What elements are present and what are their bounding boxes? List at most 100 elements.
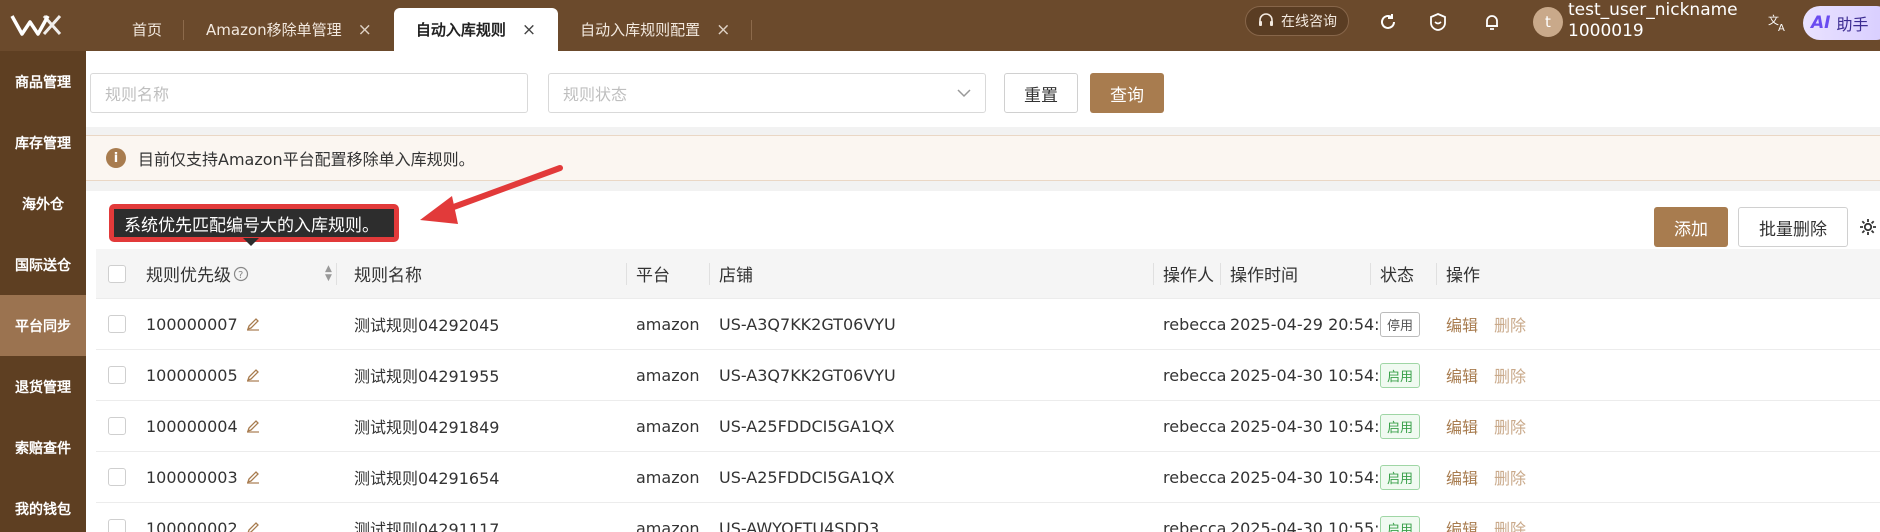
- row-checkbox[interactable]: [108, 519, 126, 532]
- pencil-icon[interactable]: [246, 470, 260, 484]
- avatar[interactable]: t: [1533, 7, 1563, 37]
- sidebar-item-0[interactable]: 商品管理: [0, 51, 86, 112]
- close-icon[interactable]: ×: [522, 20, 536, 40]
- delete-link[interactable]: 删除: [1494, 414, 1526, 438]
- feedback-smile-icon[interactable]: [1428, 12, 1448, 32]
- sidebar-item-3[interactable]: 国际送仓: [0, 234, 86, 295]
- pencil-icon[interactable]: [246, 419, 260, 433]
- bell-icon[interactable]: [1482, 12, 1502, 32]
- close-icon[interactable]: ×: [358, 20, 372, 40]
- gear-icon[interactable]: [1858, 217, 1878, 237]
- column-header-label: 店铺: [719, 266, 753, 286]
- column-header: 规则名称: [354, 249, 422, 298]
- row-checkbox[interactable]: [108, 315, 126, 333]
- delete-link[interactable]: 删除: [1494, 516, 1526, 532]
- reset-button[interactable]: 重置: [1004, 73, 1078, 113]
- pencil-icon[interactable]: [246, 317, 260, 331]
- sidebar-item-4[interactable]: 平台同步: [0, 295, 86, 356]
- sidebar-item-7[interactable]: 我的钱包: [0, 478, 86, 532]
- row-checkbox[interactable]: [108, 366, 126, 384]
- online-consult-button[interactable]: 在线咨询: [1245, 6, 1349, 36]
- cell-operator: rebecca: [1163, 503, 1226, 532]
- row-checkbox-cell: [108, 401, 126, 451]
- cell-text: US-A25FDDCI5GA1QX: [719, 467, 895, 487]
- row-checkbox[interactable]: [108, 468, 126, 486]
- cell-shop: US-A3Q7KK2GT06VYU: [719, 299, 896, 349]
- tab-3[interactable]: 自动入库规则配置 ×: [558, 8, 753, 51]
- rules-table-area: 添加 批量删除 规则优先级? 规则名称 平台 店铺 操作人 操作时间 状态 操作 ▲ ▼ 10000…: [86, 191, 1880, 532]
- cell-text: US-AWYOFTU4SDD3: [719, 518, 880, 532]
- info-icon: i: [106, 148, 126, 168]
- cell-text: 测试规则04291117: [354, 520, 500, 532]
- edit-link[interactable]: 编辑: [1446, 465, 1478, 489]
- cell-text: amazon: [636, 518, 700, 532]
- cell-text: 100000004: [146, 416, 238, 436]
- tab-2[interactable]: 自动入库规则 ×: [393, 8, 559, 51]
- cell-text: 2025-04-30 10:54:50: [1230, 467, 1400, 487]
- sort-icon[interactable]: ▲ ▼: [325, 249, 332, 298]
- delete-link[interactable]: 删除: [1494, 363, 1526, 387]
- edit-link[interactable]: 编辑: [1446, 414, 1478, 438]
- table-row: 100000002 测试规则04291117 amazon US-AWYOFTU4SD…: [96, 503, 1880, 532]
- refresh-icon[interactable]: [1378, 12, 1398, 32]
- cell-priority: 100000005: [146, 350, 260, 400]
- delete-link[interactable]: 删除: [1494, 465, 1526, 489]
- headset-icon: [1259, 13, 1273, 26]
- edit-link[interactable]: 编辑: [1446, 516, 1478, 532]
- pencil-icon[interactable]: [246, 521, 260, 532]
- cell-name: 测试规则04291849: [354, 401, 499, 451]
- row-checkbox[interactable]: [108, 417, 126, 435]
- delete-link[interactable]: 删除: [1494, 312, 1526, 336]
- tab-0[interactable]: 首页: [110, 8, 185, 51]
- sidebar-item-1[interactable]: 库存管理: [0, 112, 86, 173]
- ai-assistant-button[interactable]: AI 助手: [1803, 6, 1880, 40]
- sidebar-item-5[interactable]: 退货管理: [0, 356, 86, 417]
- cell-text: US-A25FDDCI5GA1QX: [719, 416, 895, 436]
- table-row: 100000003 测试规则04291654 amazon US-A25FDDCI5G…: [96, 452, 1880, 503]
- column-divider: [1370, 263, 1371, 285]
- table-row: 100000007 测试规则04292045 amazon US-A3Q7KK2GT0…: [96, 299, 1880, 350]
- sidebar-item-6[interactable]: 索赔查件: [0, 417, 86, 478]
- edit-link[interactable]: 编辑: [1446, 363, 1478, 387]
- cell-platform: amazon: [636, 401, 700, 451]
- cell-text: 100000002: [146, 518, 238, 532]
- select-all-checkbox[interactable]: [108, 264, 126, 283]
- tab-1[interactable]: Amazon移除单管理 ×: [184, 8, 394, 51]
- cell-text: rebecca: [1163, 416, 1227, 436]
- notice-banner: i 目前仅支持Amazon平台配置移除单入库规则。: [86, 135, 1880, 181]
- edit-link[interactable]: 编辑: [1446, 312, 1478, 336]
- translate-icon[interactable]: 文A: [1767, 11, 1789, 33]
- svg-text:A: A: [1778, 23, 1785, 33]
- batch-delete-button[interactable]: 批量删除: [1738, 207, 1848, 247]
- column-divider: [626, 263, 627, 285]
- help-icon[interactable]: ?: [233, 266, 249, 282]
- ai-badge: AI: [1811, 13, 1831, 33]
- add-button[interactable]: 添加: [1654, 207, 1728, 247]
- row-checkbox-cell: [108, 452, 126, 502]
- cell-text: 100000003: [146, 467, 238, 487]
- close-icon[interactable]: ×: [716, 20, 730, 40]
- rule-name-input[interactable]: 规则名称: [90, 73, 528, 113]
- row-checkbox-cell: [108, 299, 126, 349]
- column-header: 操作时间: [1230, 249, 1298, 298]
- status-badge: 启用: [1380, 362, 1421, 388]
- annotation-arrow-icon: [420, 165, 563, 224]
- cell-ops: 编辑 删除: [1446, 350, 1526, 400]
- w-logo-icon[interactable]: [8, 10, 68, 40]
- cell-status: 启用: [1380, 401, 1421, 451]
- column-header: 状态: [1380, 249, 1414, 298]
- cell-platform: amazon: [636, 299, 700, 349]
- search-button[interactable]: 查询: [1090, 73, 1164, 113]
- column-header-label: 规则名称: [354, 266, 422, 286]
- filter-bar: 规则名称 规则状态 重置 查询: [86, 51, 1880, 127]
- cell-text: amazon: [636, 314, 700, 334]
- rule-status-select[interactable]: 规则状态: [548, 73, 986, 113]
- column-header: 操作人: [1163, 249, 1214, 298]
- user-info[interactable]: test_user_nickname 1000019: [1568, 0, 1738, 42]
- status-badge: 启用: [1380, 413, 1421, 439]
- cell-shop: US-AWYOFTU4SDD3: [719, 503, 879, 532]
- cell-name: 测试规则04291654: [354, 452, 499, 502]
- sidebar-item-2[interactable]: 海外仓: [0, 173, 86, 234]
- pencil-icon[interactable]: [246, 368, 260, 382]
- add-label: 添加: [1674, 219, 1708, 240]
